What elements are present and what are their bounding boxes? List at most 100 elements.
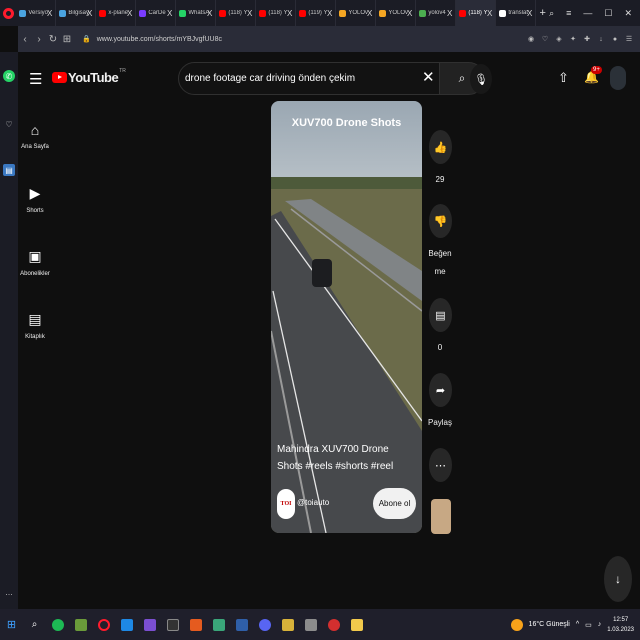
browser-tab[interactable]: Bilgisay X — [56, 0, 97, 26]
thumbs-up-icon: 👍 — [433, 141, 448, 154]
app-icon-yellow[interactable] — [276, 609, 299, 640]
browser-tab[interactable]: yolov4 X — [416, 0, 457, 26]
tab-close-icon[interactable]: X — [407, 9, 412, 18]
tab-close-icon[interactable]: X — [447, 9, 452, 18]
easy-setup-icon[interactable]: ☰ — [624, 34, 634, 44]
channel-avatar[interactable]: TOI — [277, 489, 295, 519]
app-icon-green[interactable] — [207, 609, 230, 640]
bookmark-icon[interactable]: ♡ — [540, 34, 550, 44]
dislike-button[interactable]: 👎 — [429, 204, 452, 238]
back-icon[interactable]: ‹ — [18, 34, 32, 45]
browser-tab[interactable]: (118) YX — [456, 0, 497, 26]
tab-close-icon[interactable]: X — [487, 9, 492, 18]
tab-close-icon[interactable]: X — [127, 9, 132, 18]
tab-close-icon[interactable]: X — [327, 9, 332, 18]
comments-button[interactable]: ▤ — [429, 298, 452, 332]
menu-icon[interactable]: ☰ — [29, 70, 42, 88]
like-button[interactable]: 👍 — [429, 130, 452, 164]
browser-tab[interactable]: x-plane X — [96, 0, 137, 26]
browser-tab[interactable]: (118) YX — [216, 0, 257, 26]
guide-item-home[interactable]: ⌂ Ana Sayfa — [18, 122, 52, 150]
browser-tab[interactable]: YOLOv X — [376, 0, 417, 26]
extension-icon[interactable]: ✦ — [568, 34, 578, 44]
clock[interactable]: 12:57 1.03.2023 — [607, 615, 634, 635]
heart-icon[interactable]: ♡ — [3, 118, 15, 130]
whatsapp-icon[interactable]: ✆ — [3, 70, 15, 82]
tab-close-icon[interactable]: X — [247, 9, 252, 18]
more-actions-button[interactable]: ⋯ — [429, 448, 452, 482]
puzzle-icon[interactable]: ✚ — [582, 34, 592, 44]
create-upload-icon[interactable]: ⇧ — [558, 70, 569, 86]
guide-item-subscriptions[interactable]: ▣ Abonelikler — [18, 248, 52, 277]
file-explorer-icon[interactable] — [345, 609, 368, 640]
browser-tab[interactable]: Versiyo X — [16, 0, 57, 26]
search-input[interactable]: drone footage car driving önden çekim — [178, 62, 461, 95]
tab-close-icon[interactable]: X — [367, 9, 372, 18]
download-icon[interactable]: ↓ — [596, 34, 606, 44]
guide-item-shorts[interactable]: ▶ Shorts — [18, 185, 52, 214]
browser-tab[interactable]: YOLOv X — [336, 0, 377, 26]
opera-taskbar-icon[interactable] — [92, 609, 115, 640]
close-window-icon[interactable]: ✕ — [624, 8, 632, 19]
minecraft-icon[interactable] — [69, 609, 92, 640]
short-video-player[interactable]: XUV700 Drone Shots Mahindra XUV700 Drone… — [271, 101, 422, 533]
reload-icon[interactable]: ↻ — [46, 34, 60, 45]
forward-icon[interactable]: › — [32, 34, 46, 45]
voice-search-button[interactable]: 🎙 — [470, 64, 492, 94]
tab-close-icon[interactable]: X — [287, 9, 292, 18]
youtube-guide: ⌂ Ana Sayfa ▶ Shorts ▣ Abonelikler ▤ Kit… — [18, 106, 52, 609]
browser-tab[interactable]: CarDe X — [136, 0, 177, 26]
subscribe-button[interactable]: Abone ol — [373, 488, 416, 519]
spotify-icon[interactable] — [46, 609, 69, 640]
shield-icon[interactable]: ◈ — [554, 34, 564, 44]
volume-icon[interactable]: ♪ — [598, 621, 602, 628]
like-count: 29 — [435, 175, 445, 184]
browser-tab[interactable]: (119) YX — [296, 0, 337, 26]
search-tabs-icon[interactable]: ⌕ — [549, 8, 554, 19]
next-short-button[interactable]: ↓ — [604, 556, 632, 602]
windows-start-icon[interactable]: ⊞ — [0, 609, 23, 640]
tab-overview-icon[interactable]: ⊞ — [60, 34, 74, 45]
profile-icon[interactable]: ● — [610, 34, 620, 44]
youtube-logo[interactable]: YouTube TR — [52, 68, 126, 85]
tab-close-icon[interactable]: X — [167, 9, 172, 18]
url-field[interactable]: www.youtube.com/shorts/mYBJvgfUU8c — [97, 36, 222, 43]
more-icon[interactable]: … — [3, 586, 15, 598]
visual-studio-icon[interactable] — [138, 609, 161, 640]
maximize-icon[interactable]: ☐ — [604, 8, 612, 19]
notes-icon[interactable]: ▤ — [3, 164, 15, 176]
weather-icon[interactable] — [510, 618, 523, 631]
app-icon-gray[interactable] — [299, 609, 322, 640]
camera-icon[interactable]: ◉ — [526, 34, 536, 44]
tray-chevron-icon[interactable]: ^ — [576, 621, 579, 628]
short-caption[interactable]: Mahindra XUV700 Drone Shots #reels #shor… — [277, 441, 417, 475]
calculator-icon[interactable] — [230, 609, 253, 640]
guide-item-library[interactable]: ▤ Kitaplık — [18, 311, 52, 340]
app-icon-red[interactable] — [322, 609, 345, 640]
account-avatar[interactable] — [610, 66, 626, 90]
tab-menu-icon[interactable]: ≡ — [566, 8, 571, 19]
browser-tab[interactable]: translat X — [496, 0, 537, 26]
network-icon[interactable]: ▭ — [585, 621, 592, 629]
taskbar-search-icon[interactable]: ⌕ — [23, 609, 46, 640]
opera-logo-icon[interactable] — [0, 0, 16, 26]
tab-close-icon[interactable]: X — [207, 9, 212, 18]
tab-favicon-icon — [339, 9, 347, 17]
minimize-icon[interactable]: — — [583, 8, 592, 19]
app-icon-orange[interactable] — [184, 609, 207, 640]
new-tab-button[interactable]: + — [536, 7, 549, 19]
tab-close-icon[interactable]: X — [527, 9, 532, 18]
clear-search-icon[interactable]: ✕ — [422, 68, 435, 86]
channel-handle[interactable]: @toiauto — [297, 498, 329, 507]
weather-text[interactable]: 16°C Güneşli — [529, 621, 570, 628]
tab-close-icon[interactable]: X — [87, 9, 92, 18]
tab-close-icon[interactable]: X — [47, 9, 52, 18]
lock-icon[interactable]: 🔒 — [82, 35, 91, 43]
discord-icon[interactable] — [253, 609, 276, 640]
browser-tab[interactable]: (118) YX — [256, 0, 297, 26]
browser-tab[interactable]: WhatsA X — [176, 0, 217, 26]
sound-thumbnail[interactable] — [431, 499, 451, 534]
terminal-icon[interactable] — [161, 609, 184, 640]
vscode-icon[interactable] — [115, 609, 138, 640]
share-button[interactable]: ➦ — [429, 373, 452, 407]
